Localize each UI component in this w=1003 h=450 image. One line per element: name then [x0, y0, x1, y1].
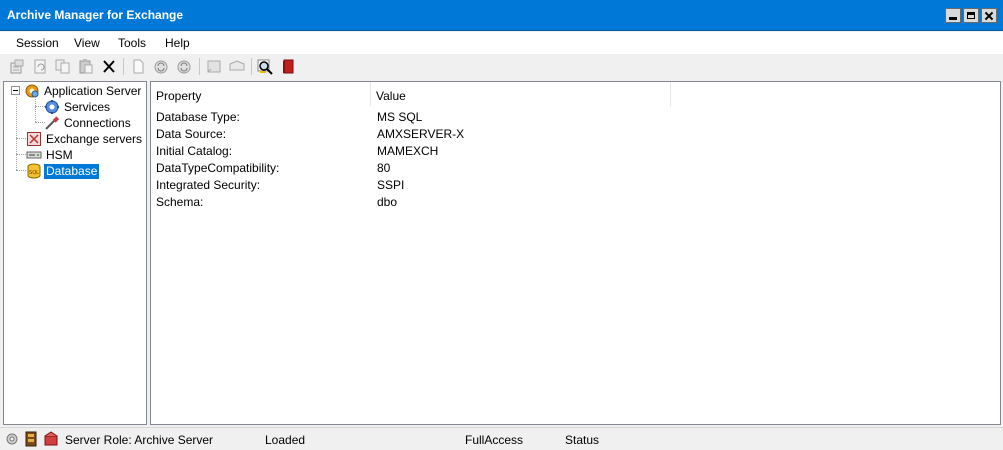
menu-bar: Session View Tools Help — [0, 32, 1003, 54]
value-cell: MS SQL — [377, 110, 423, 124]
collapse-expander[interactable] — [11, 86, 20, 95]
property-cell: Database Type: — [156, 110, 240, 124]
table-row[interactable]: DataTypeCompatibility: 80 — [151, 160, 1000, 177]
window-controls — [945, 8, 997, 23]
properties-icon[interactable] — [8, 58, 26, 75]
maximize-button[interactable] — [963, 8, 979, 23]
tree-item-database[interactable]: SQL Database — [26, 163, 100, 179]
menu-help[interactable]: Help — [165, 36, 190, 50]
value-cell: 80 — [377, 161, 391, 175]
value-cell: MAMEXCH — [377, 144, 439, 158]
toolbar — [0, 54, 1003, 79]
table-row[interactable]: Schema: dbo — [151, 194, 1000, 211]
column-header-property[interactable]: Property — [151, 82, 371, 106]
property-cell: Integrated Security: — [156, 178, 261, 192]
refresh-icon[interactable] — [31, 58, 49, 75]
window-title: Archive Manager for Exchange — [7, 8, 184, 22]
title-bar: Archive Manager for Exchange — [0, 0, 1003, 31]
status-bar: Server Role: Archive Server Loaded FullA… — [0, 427, 1003, 450]
property-cell: Data Source: — [156, 127, 227, 141]
value-cell: SSPI — [377, 178, 405, 192]
sync-icon[interactable] — [152, 58, 170, 75]
search-icon[interactable] — [256, 58, 274, 75]
archive-server-icon — [23, 431, 39, 447]
value-cell: dbo — [377, 195, 398, 209]
table-row[interactable]: Integrated Security: SSPI — [151, 177, 1000, 194]
menu-view[interactable]: View — [74, 36, 100, 50]
loaded-status: Loaded — [265, 433, 306, 447]
sync-all-icon[interactable] — [175, 58, 193, 75]
copy-icon[interactable] — [54, 58, 72, 75]
access-status: FullAccess — [465, 433, 524, 447]
tree-item-hsm[interactable]: HSM — [26, 147, 75, 163]
table-row[interactable]: Database Type: MS SQL — [151, 109, 1000, 126]
close-button[interactable] — [981, 8, 997, 23]
property-list: Property Value Database Type: MS SQL Dat… — [150, 81, 1001, 425]
message-icon[interactable] — [228, 58, 246, 75]
navigation-tree: Application Server Services Connections … — [3, 81, 147, 425]
sql-database-icon: SQL — [26, 163, 42, 179]
server-role-status: Server Role: Archive Server — [65, 433, 214, 447]
gear-server-icon — [24, 83, 40, 99]
status-label: Status — [565, 433, 600, 447]
book-icon[interactable] — [279, 58, 297, 75]
tree-item-connections[interactable]: Connections — [44, 115, 133, 131]
tree-item-application-server[interactable]: Application Server — [24, 83, 143, 99]
column-header-value[interactable]: Value — [371, 82, 671, 106]
services-gear-icon — [44, 99, 60, 115]
property-cell: Initial Catalog: — [156, 144, 233, 158]
property-cell: Schema: — [156, 195, 204, 209]
hsm-storage-icon — [26, 147, 42, 163]
paste-icon[interactable] — [77, 58, 95, 75]
minimize-button[interactable] — [945, 8, 961, 23]
settings-gear-icon[interactable] — [4, 431, 20, 447]
tree-item-services[interactable]: Services — [44, 99, 112, 115]
property-cell: DataTypeCompatibility: — [156, 161, 280, 175]
new-icon[interactable] — [129, 58, 147, 75]
value-cell: AMXSERVER-X — [377, 127, 465, 141]
note-icon[interactable] — [205, 58, 223, 75]
svg-text:SQL: SQL — [29, 170, 39, 176]
delete-icon[interactable] — [100, 58, 118, 75]
exchange-server-icon — [26, 131, 42, 147]
table-row[interactable]: Initial Catalog: MAMEXCH — [151, 143, 1000, 160]
menu-tools[interactable]: Tools — [118, 36, 146, 50]
tree-item-exchange-servers[interactable]: Exchange servers — [26, 131, 144, 147]
table-row[interactable]: Data Source: AMXSERVER-X — [151, 126, 1000, 143]
exchange-status-icon — [43, 431, 59, 447]
menu-session[interactable]: Session — [16, 36, 59, 50]
connection-plug-icon — [44, 115, 60, 131]
